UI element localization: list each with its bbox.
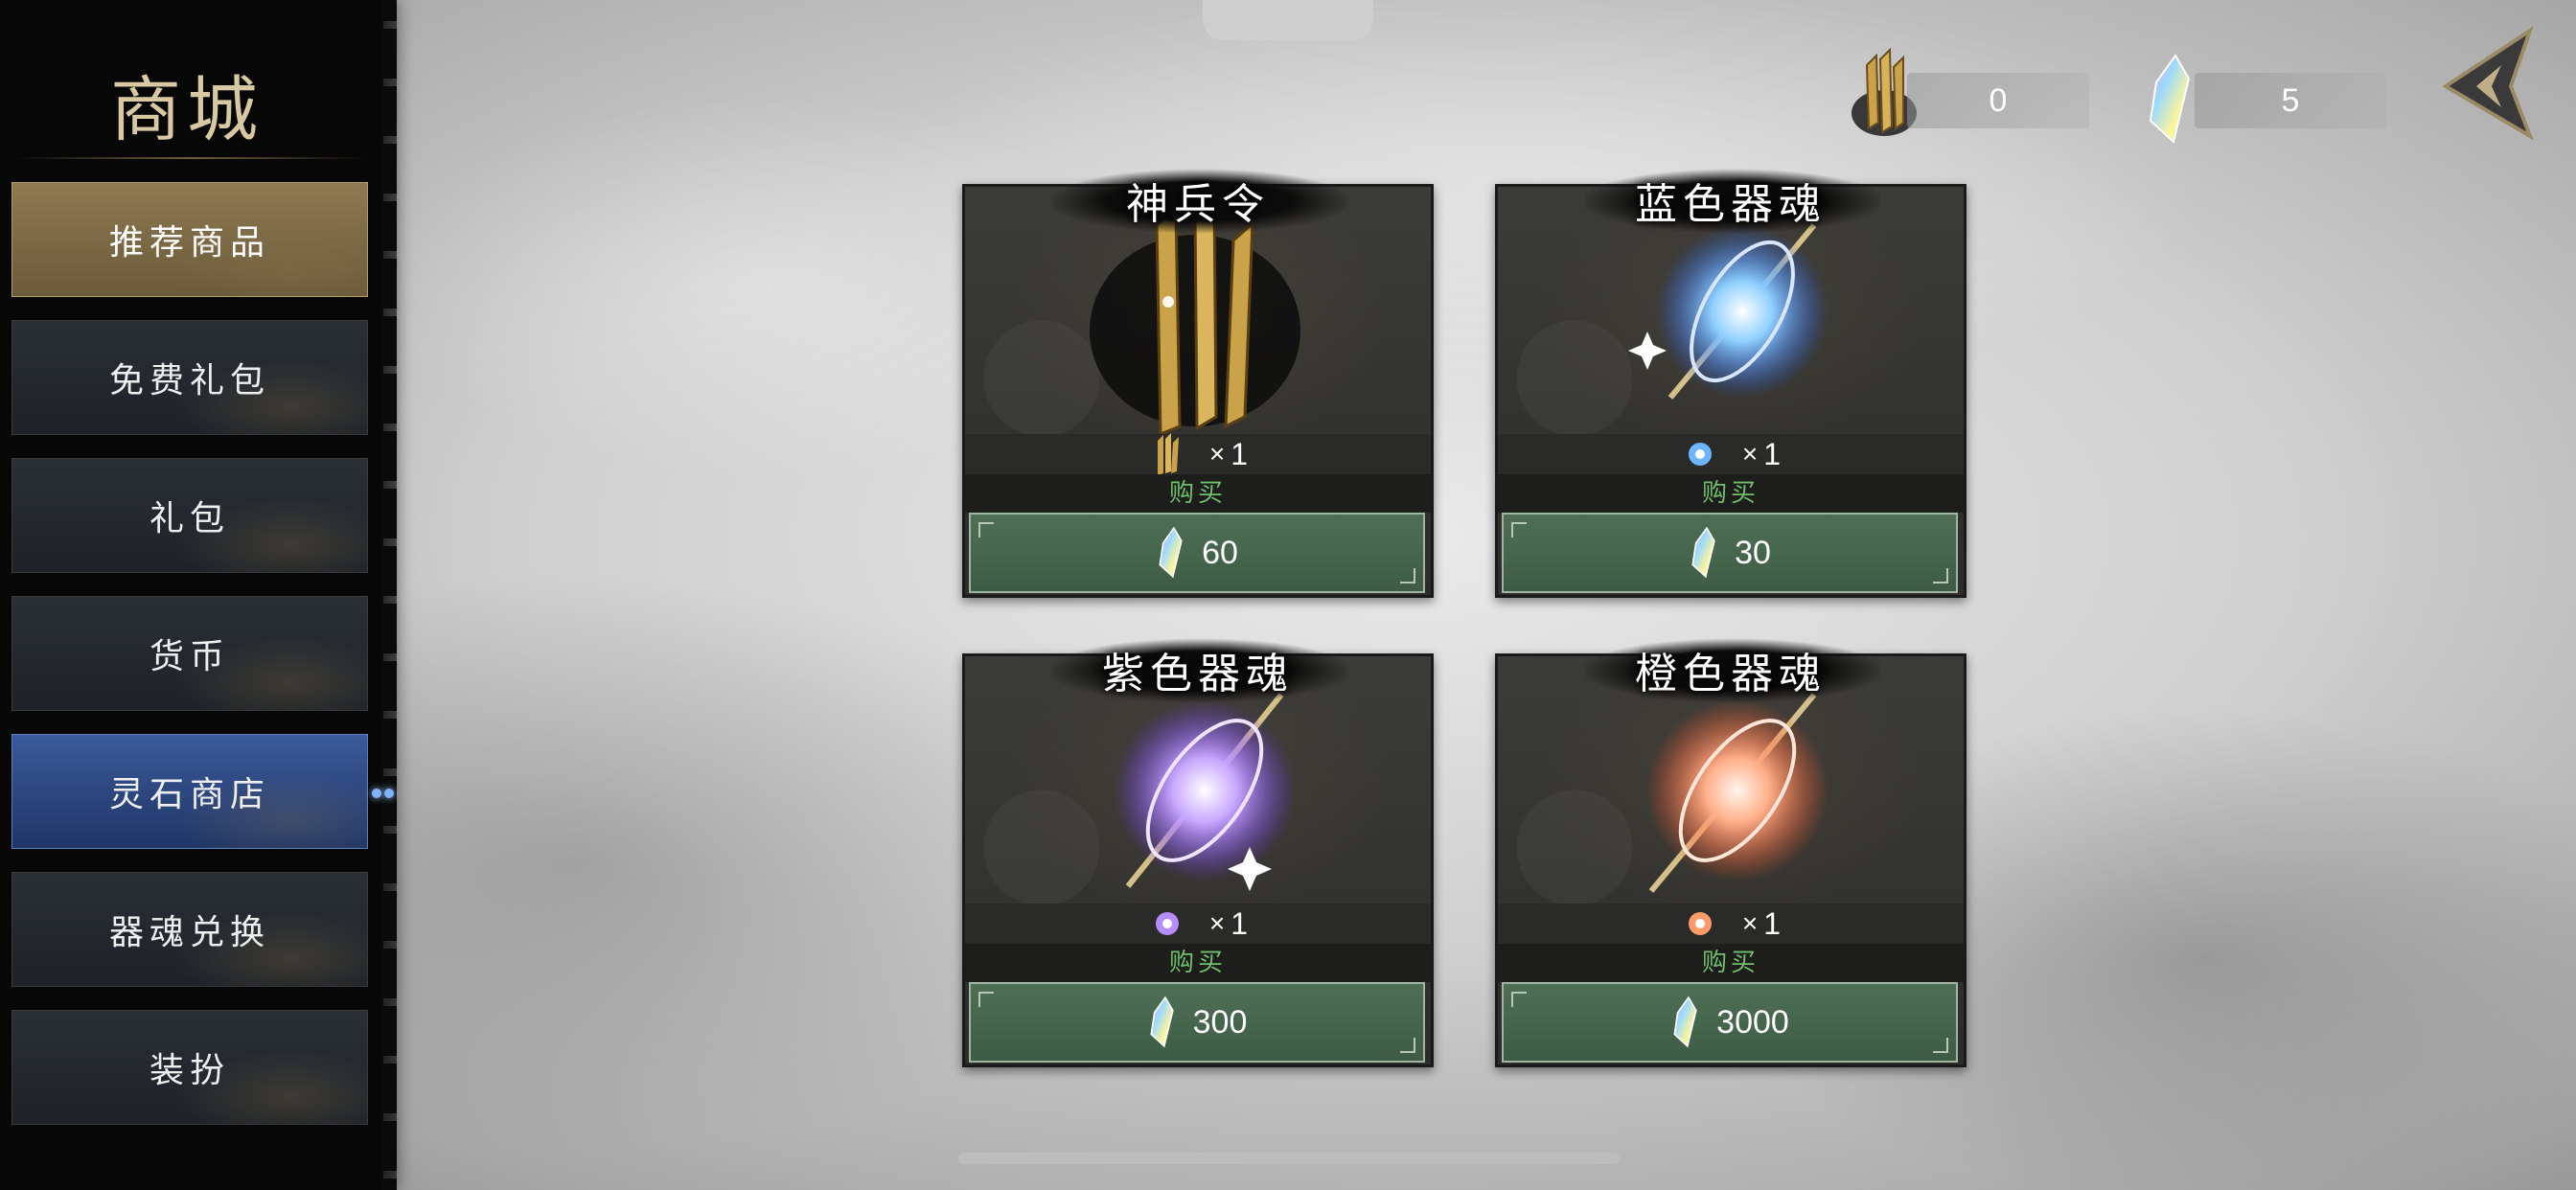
price: 60 (1202, 534, 1238, 571)
token-counter: 0 (1907, 73, 2089, 128)
sidebar-item-soul-exchange[interactable]: 器魂兑换 (12, 872, 368, 987)
sidebar-item-label: 免费礼包 (108, 361, 270, 400)
crystal-icon (1673, 996, 1697, 1048)
buy-label: 购买 (1498, 474, 1964, 513)
sidebar: 商城 推荐商品 免费礼包 礼包 货币 灵石商店 器魂兑换 装扮 (0, 0, 397, 1190)
page-title: 商城 (110, 69, 264, 151)
buy-button[interactable]: 60 (969, 513, 1425, 593)
shop-item-card[interactable]: 紫色器魂 × 1 购买 300 (962, 637, 1434, 1067)
title-divider (13, 157, 368, 159)
sidebar-item-currency[interactable]: 货币 (12, 596, 368, 711)
sidebar-item-featured[interactable]: 推荐商品 (12, 182, 368, 297)
buy-label: 购买 (965, 944, 1431, 982)
sidebar-item-label: 推荐商品 (108, 223, 270, 263)
buy-button[interactable]: 30 (1502, 513, 1958, 593)
item-name: 蓝色器魂 (1635, 180, 1827, 229)
top-notch (1203, 0, 1373, 40)
item-quantity: × 1 (1498, 904, 1964, 944)
crystal-icon (1159, 527, 1183, 579)
price: 30 (1735, 534, 1771, 571)
shop-item-card[interactable]: 神兵令 × 1 购买 60 (962, 168, 1434, 598)
item-name: 橙色器魂 (1635, 650, 1827, 698)
sidebar-item-spirit-stone-shop[interactable]: 灵石商店 (12, 734, 368, 849)
back-icon[interactable] (2434, 27, 2540, 140)
crystal-icon (2149, 54, 2191, 144)
sidebar-item-label: 货币 (149, 637, 230, 676)
item-quantity: × 1 (965, 433, 1431, 475)
sidebar-item-label: 器魂兑换 (108, 913, 270, 952)
shop-item-card[interactable]: 蓝色器魂 × 1 购买 30 (1495, 168, 1966, 598)
buy-button[interactable]: 300 (969, 982, 1425, 1063)
home-indicator[interactable] (958, 1153, 1620, 1164)
sidebar-item-label: 礼包 (149, 499, 230, 538)
sidebar-item-label: 装扮 (149, 1051, 230, 1090)
crystal-icon (1691, 527, 1715, 579)
divine-token-small-icon (1157, 433, 1179, 475)
sidebar-item-label: 灵石商店 (108, 775, 270, 814)
buy-label: 购买 (965, 474, 1431, 513)
price: 3000 (1716, 1003, 1789, 1041)
buy-button[interactable]: 3000 (1502, 982, 1958, 1063)
item-name: 紫色器魂 (1102, 650, 1294, 698)
sidebar-item-outfits[interactable]: 装扮 (12, 1010, 368, 1125)
blue-soul-small-icon (1688, 443, 1712, 466)
item-quantity: × 1 (1498, 434, 1964, 474)
crystal-counter: 5 (2195, 73, 2386, 128)
item-name: 神兵令 (1126, 180, 1270, 229)
orange-soul-small-icon (1688, 912, 1712, 935)
buy-label: 购买 (1498, 944, 1964, 982)
token-count: 0 (1989, 81, 2008, 119)
crystal-icon (1150, 996, 1174, 1048)
purple-soul-small-icon (1155, 912, 1179, 935)
sidebar-item-packs[interactable]: 礼包 (12, 458, 368, 573)
crystal-count: 5 (2281, 81, 2300, 119)
item-quantity: × 1 (965, 904, 1431, 944)
sidebar-item-free-pack[interactable]: 免费礼包 (12, 320, 368, 435)
shop-item-card[interactable]: 橙色器魂 × 1 购买 3000 (1495, 637, 1966, 1067)
active-indicator (372, 784, 401, 803)
price: 300 (1192, 1003, 1248, 1041)
